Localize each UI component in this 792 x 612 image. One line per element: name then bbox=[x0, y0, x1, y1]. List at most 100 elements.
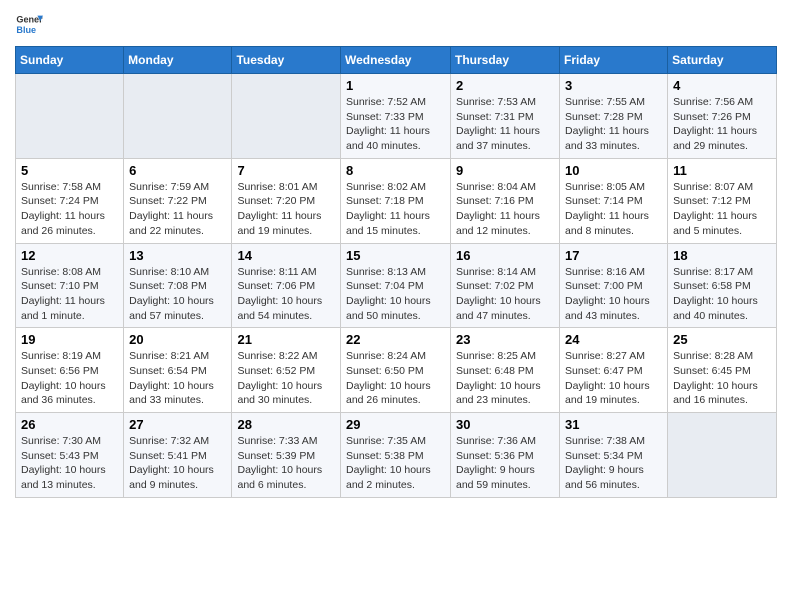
day-number: 17 bbox=[565, 248, 662, 263]
calendar-cell: 22 Sunrise: 8:24 AM Sunset: 6:50 PM Dayli… bbox=[341, 328, 451, 413]
calendar-cell: 29 Sunrise: 7:35 AM Sunset: 5:38 PM Dayli… bbox=[341, 413, 451, 498]
calendar-cell bbox=[232, 74, 341, 159]
day-info: Sunrise: 8:28 AM Sunset: 6:45 PM Dayligh… bbox=[673, 349, 771, 408]
day-number: 21 bbox=[237, 332, 335, 347]
calendar-cell: 19Sunrise: 8:19 AM Sunset: 6:56 PM Dayli… bbox=[16, 328, 124, 413]
day-info: Sunrise: 8:05 AM Sunset: 7:14 PM Dayligh… bbox=[565, 180, 662, 239]
day-number: 2 bbox=[456, 78, 554, 93]
calendar-cell: 5 Sunrise: 7:58 AM Sunset: 7:24 PM Daylig… bbox=[16, 158, 124, 243]
calendar-cell: 10 Sunrise: 8:05 AM Sunset: 7:14 PM Dayli… bbox=[560, 158, 668, 243]
day-info: Sunrise: 8:02 AM Sunset: 7:18 PM Dayligh… bbox=[346, 180, 445, 239]
day-number: 18 bbox=[673, 248, 771, 263]
week-row-1: 1 Sunrise: 7:52 AM Sunset: 7:33 PM Daylig… bbox=[16, 74, 777, 159]
week-row-4: 19Sunrise: 8:19 AM Sunset: 6:56 PM Dayli… bbox=[16, 328, 777, 413]
day-info: Sunrise: 7:36 AM Sunset: 5:36 PM Dayligh… bbox=[456, 434, 554, 493]
day-number: 26 bbox=[21, 417, 118, 432]
calendar-cell: 2 Sunrise: 7:53 AM Sunset: 7:31 PM Daylig… bbox=[451, 74, 560, 159]
day-info: Sunrise: 7:56 AM Sunset: 7:26 PM Dayligh… bbox=[673, 95, 771, 154]
day-number: 1 bbox=[346, 78, 445, 93]
day-number: 5 bbox=[21, 163, 118, 178]
day-number: 31 bbox=[565, 417, 662, 432]
day-number: 16 bbox=[456, 248, 554, 263]
calendar-cell: 4 Sunrise: 7:56 AM Sunset: 7:26 PM Daylig… bbox=[668, 74, 777, 159]
calendar-cell: 16 Sunrise: 8:14 AM Sunset: 7:02 PM Dayli… bbox=[451, 243, 560, 328]
day-number: 12 bbox=[21, 248, 118, 263]
day-number: 3 bbox=[565, 78, 662, 93]
calendar-cell: 26 Sunrise: 7:30 AM Sunset: 5:43 PM Dayli… bbox=[16, 413, 124, 498]
day-info: Sunrise: 8:11 AM Sunset: 7:06 PM Dayligh… bbox=[237, 265, 335, 324]
day-info: Sunrise: 8:22 AM Sunset: 6:52 PM Dayligh… bbox=[237, 349, 335, 408]
day-info: Sunrise: 8:27 AM Sunset: 6:47 PM Dayligh… bbox=[565, 349, 662, 408]
calendar-cell: 1 Sunrise: 7:52 AM Sunset: 7:33 PM Daylig… bbox=[341, 74, 451, 159]
day-info: Sunrise: 8:01 AM Sunset: 7:20 PM Dayligh… bbox=[237, 180, 335, 239]
day-info: Sunrise: 7:33 AM Sunset: 5:39 PM Dayligh… bbox=[237, 434, 335, 493]
col-header-friday: Friday bbox=[560, 47, 668, 74]
day-info: Sunrise: 7:59 AM Sunset: 7:22 PM Dayligh… bbox=[129, 180, 226, 239]
calendar-cell: 7 Sunrise: 8:01 AM Sunset: 7:20 PM Daylig… bbox=[232, 158, 341, 243]
calendar-cell bbox=[124, 74, 232, 159]
calendar-cell: 23 Sunrise: 8:25 AM Sunset: 6:48 PM Dayli… bbox=[451, 328, 560, 413]
day-number: 28 bbox=[237, 417, 335, 432]
calendar-cell: 20 Sunrise: 8:21 AM Sunset: 6:54 PM Dayli… bbox=[124, 328, 232, 413]
day-number: 27 bbox=[129, 417, 226, 432]
day-info: Sunrise: 8:04 AM Sunset: 7:16 PM Dayligh… bbox=[456, 180, 554, 239]
calendar-cell: 8 Sunrise: 8:02 AM Sunset: 7:18 PM Daylig… bbox=[341, 158, 451, 243]
day-number: 11 bbox=[673, 163, 771, 178]
day-info: Sunrise: 7:53 AM Sunset: 7:31 PM Dayligh… bbox=[456, 95, 554, 154]
day-info: Sunrise: 8:13 AM Sunset: 7:04 PM Dayligh… bbox=[346, 265, 445, 324]
week-row-2: 5 Sunrise: 7:58 AM Sunset: 7:24 PM Daylig… bbox=[16, 158, 777, 243]
day-info: Sunrise: 8:25 AM Sunset: 6:48 PM Dayligh… bbox=[456, 349, 554, 408]
day-info: Sunrise: 7:35 AM Sunset: 5:38 PM Dayligh… bbox=[346, 434, 445, 493]
calendar-cell: 17Sunrise: 8:16 AM Sunset: 7:00 PM Dayli… bbox=[560, 243, 668, 328]
page: General Blue SundayMondayTuesdayWednesda… bbox=[0, 0, 792, 508]
week-row-5: 26 Sunrise: 7:30 AM Sunset: 5:43 PM Dayli… bbox=[16, 413, 777, 498]
header: General Blue bbox=[15, 10, 777, 38]
day-number: 24 bbox=[565, 332, 662, 347]
calendar-table: SundayMondayTuesdayWednesdayThursdayFrid… bbox=[15, 46, 777, 498]
col-header-sunday: Sunday bbox=[16, 47, 124, 74]
day-number: 23 bbox=[456, 332, 554, 347]
week-row-3: 12Sunrise: 8:08 AM Sunset: 7:10 PM Dayli… bbox=[16, 243, 777, 328]
day-info: Sunrise: 7:32 AM Sunset: 5:41 PM Dayligh… bbox=[129, 434, 226, 493]
calendar-cell: 27 Sunrise: 7:32 AM Sunset: 5:41 PM Dayli… bbox=[124, 413, 232, 498]
day-number: 29 bbox=[346, 417, 445, 432]
day-info: Sunrise: 8:24 AM Sunset: 6:50 PM Dayligh… bbox=[346, 349, 445, 408]
calendar-cell: 14 Sunrise: 8:11 AM Sunset: 7:06 PM Dayli… bbox=[232, 243, 341, 328]
day-info: Sunrise: 8:21 AM Sunset: 6:54 PM Dayligh… bbox=[129, 349, 226, 408]
calendar-cell: 13Sunrise: 8:10 AM Sunset: 7:08 PM Dayli… bbox=[124, 243, 232, 328]
calendar-cell bbox=[16, 74, 124, 159]
col-header-thursday: Thursday bbox=[451, 47, 560, 74]
calendar-cell: 18 Sunrise: 8:17 AM Sunset: 6:58 PM Dayli… bbox=[668, 243, 777, 328]
day-number: 7 bbox=[237, 163, 335, 178]
day-info: Sunrise: 7:58 AM Sunset: 7:24 PM Dayligh… bbox=[21, 180, 118, 239]
day-number: 25 bbox=[673, 332, 771, 347]
day-info: Sunrise: 8:07 AM Sunset: 7:12 PM Dayligh… bbox=[673, 180, 771, 239]
calendar-cell: 11 Sunrise: 8:07 AM Sunset: 7:12 PM Dayli… bbox=[668, 158, 777, 243]
logo: General Blue bbox=[15, 10, 43, 38]
day-number: 4 bbox=[673, 78, 771, 93]
day-number: 22 bbox=[346, 332, 445, 347]
col-header-tuesday: Tuesday bbox=[232, 47, 341, 74]
day-info: Sunrise: 8:14 AM Sunset: 7:02 PM Dayligh… bbox=[456, 265, 554, 324]
svg-text:Blue: Blue bbox=[16, 25, 36, 35]
day-number: 14 bbox=[237, 248, 335, 263]
logo-icon: General Blue bbox=[15, 10, 43, 38]
day-number: 10 bbox=[565, 163, 662, 178]
col-header-saturday: Saturday bbox=[668, 47, 777, 74]
day-number: 30 bbox=[456, 417, 554, 432]
day-info: Sunrise: 8:19 AM Sunset: 6:56 PM Dayligh… bbox=[21, 349, 118, 408]
calendar-cell: 15Sunrise: 8:13 AM Sunset: 7:04 PM Dayli… bbox=[341, 243, 451, 328]
calendar-cell: 31 Sunrise: 7:38 AM Sunset: 5:34 PM Dayli… bbox=[560, 413, 668, 498]
day-info: Sunrise: 8:17 AM Sunset: 6:58 PM Dayligh… bbox=[673, 265, 771, 324]
calendar-cell: 3 Sunrise: 7:55 AM Sunset: 7:28 PM Daylig… bbox=[560, 74, 668, 159]
header-row: SundayMondayTuesdayWednesdayThursdayFrid… bbox=[16, 47, 777, 74]
day-info: Sunrise: 7:55 AM Sunset: 7:28 PM Dayligh… bbox=[565, 95, 662, 154]
day-info: Sunrise: 7:38 AM Sunset: 5:34 PM Dayligh… bbox=[565, 434, 662, 493]
day-info: Sunrise: 7:52 AM Sunset: 7:33 PM Dayligh… bbox=[346, 95, 445, 154]
calendar-cell: 6Sunrise: 7:59 AM Sunset: 7:22 PM Daylig… bbox=[124, 158, 232, 243]
day-number: 8 bbox=[346, 163, 445, 178]
day-number: 13 bbox=[129, 248, 226, 263]
day-number: 20 bbox=[129, 332, 226, 347]
calendar-cell: 24 Sunrise: 8:27 AM Sunset: 6:47 PM Dayli… bbox=[560, 328, 668, 413]
day-info: Sunrise: 7:30 AM Sunset: 5:43 PM Dayligh… bbox=[21, 434, 118, 493]
